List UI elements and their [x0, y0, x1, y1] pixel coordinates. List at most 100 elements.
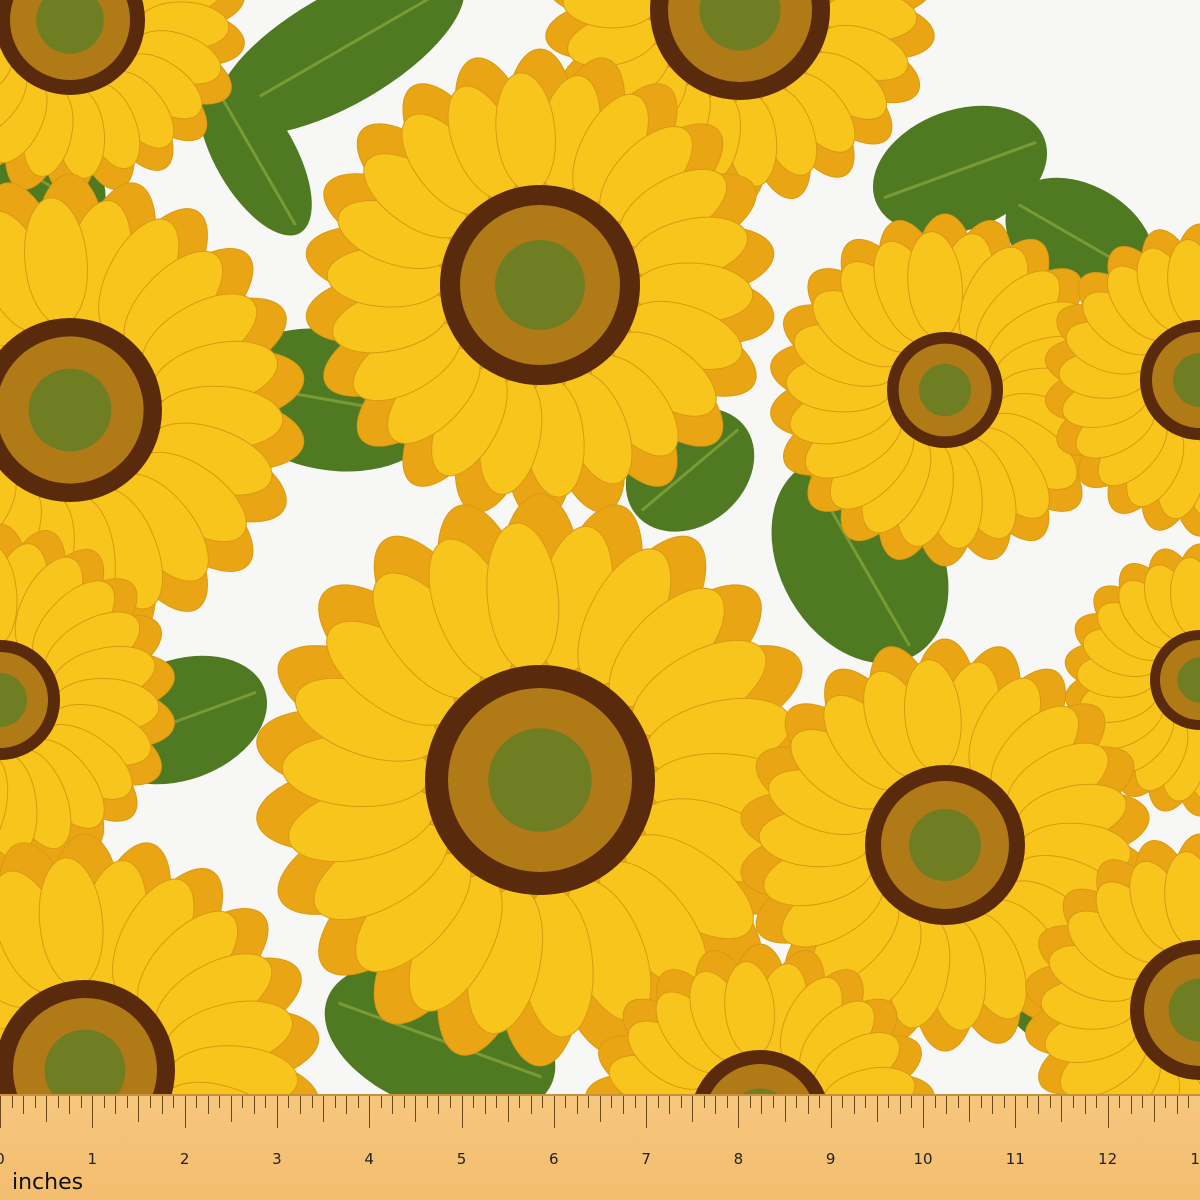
sunflower-fabric-pattern	[0, 0, 1200, 1190]
ruler-tick	[761, 1096, 763, 1114]
ruler-tick	[957, 1096, 959, 1108]
ruler-tick	[923, 1096, 924, 1128]
ruler-tick	[611, 1096, 613, 1108]
ruler-tick	[969, 1096, 971, 1122]
ruler-tick	[588, 1096, 590, 1108]
ruler-tick	[207, 1096, 209, 1114]
ruler-tick	[899, 1096, 901, 1114]
ruler-label: 3	[272, 1150, 282, 1168]
ruler-tick	[184, 1096, 186, 1128]
ruler-tick	[449, 1096, 451, 1108]
ruler-tick	[415, 1096, 417, 1122]
ruler-tick	[634, 1096, 636, 1108]
ruler-tick	[726, 1096, 728, 1108]
ruler-tick	[669, 1096, 671, 1114]
ruler-tick	[57, 1096, 59, 1108]
ruler-tick	[196, 1096, 198, 1108]
ruler-tick	[934, 1096, 936, 1108]
ruler-tick	[911, 1096, 913, 1108]
ruler-tick	[161, 1096, 163, 1114]
ruler-tick	[69, 1096, 71, 1114]
ruler-label: 11	[1005, 1150, 1025, 1168]
ruler-tick	[784, 1096, 786, 1122]
ruler-tick	[496, 1096, 498, 1108]
ruler-tick	[773, 1096, 774, 1108]
ruler-tick	[1176, 1096, 1178, 1114]
ruler-tick	[738, 1096, 740, 1128]
ruler-tick	[346, 1096, 348, 1114]
ruler-tick	[853, 1096, 855, 1114]
ruler-tick	[1049, 1096, 1051, 1108]
ruler-tick	[1096, 1096, 1098, 1108]
ruler-tick	[11, 1096, 13, 1108]
ruler-tick	[1142, 1096, 1144, 1108]
ruler-label: 1	[87, 1150, 98, 1168]
ruler-label: 0	[0, 1150, 5, 1168]
ruler-unit-label: inches	[12, 1170, 84, 1195]
ruler-label: 13	[1190, 1150, 1200, 1168]
ruler-tick	[288, 1096, 290, 1108]
ruler-tick	[357, 1096, 359, 1108]
ruler-tick	[1084, 1096, 1086, 1114]
ruler-tick	[1072, 1096, 1074, 1108]
ruler-tick	[46, 1096, 48, 1122]
ruler-tick	[819, 1096, 821, 1108]
ruler-tick	[657, 1096, 659, 1108]
ruler-tick	[484, 1096, 486, 1114]
ruler-tick	[138, 1096, 140, 1122]
ruler-tick	[888, 1096, 890, 1108]
ruler-tick	[1165, 1096, 1167, 1108]
ruler-tick	[299, 1096, 301, 1114]
ruler-tick	[0, 1096, 1, 1128]
ruler-tick	[830, 1096, 832, 1128]
ruler-tick	[426, 1096, 428, 1108]
ruler-tick	[796, 1096, 798, 1108]
ruler-tick	[692, 1096, 694, 1122]
ruler-tick	[173, 1096, 175, 1108]
ruler-tick	[1119, 1096, 1121, 1108]
ruler-tick	[865, 1096, 867, 1108]
ruler-tick	[876, 1096, 878, 1122]
ruler-tick	[403, 1096, 405, 1108]
ruler-tick	[276, 1096, 278, 1128]
ruler-label: 5	[456, 1150, 467, 1168]
ruler-tick	[623, 1096, 625, 1114]
ruler-tick	[392, 1096, 394, 1114]
ruler-tick	[980, 1096, 982, 1108]
ruler-tick	[646, 1096, 648, 1128]
ruler-label: 6	[549, 1150, 559, 1168]
ruler-tick	[1015, 1096, 1017, 1128]
ruler-tick	[369, 1096, 371, 1128]
ruler-label: 8	[733, 1150, 744, 1168]
ruler-tick	[265, 1096, 267, 1108]
ruler-tick	[530, 1096, 532, 1114]
ruler-label: 12	[1098, 1150, 1118, 1168]
ruler-tick	[1026, 1096, 1028, 1108]
ruler-tick	[242, 1096, 244, 1108]
ruler-tick	[842, 1096, 844, 1108]
ruler-tick	[473, 1096, 475, 1108]
ruler-tick	[1038, 1096, 1040, 1114]
ruler-tick	[92, 1096, 94, 1128]
ruler-tick	[438, 1096, 440, 1114]
ruler-tick	[519, 1096, 521, 1108]
ruler-tick	[23, 1096, 25, 1114]
ruler-tick	[992, 1096, 994, 1114]
ruler-tick	[230, 1096, 232, 1122]
ruler-tick	[599, 1096, 601, 1122]
ruler-tick	[946, 1096, 948, 1114]
ruler-tick	[461, 1096, 463, 1128]
ruler-tick	[576, 1096, 578, 1114]
ruler-label: 2	[179, 1150, 190, 1168]
ruler-tick	[115, 1096, 117, 1114]
ruler-tick	[1130, 1096, 1132, 1114]
ruler-tick	[80, 1096, 82, 1108]
ruler-label: 10	[913, 1150, 933, 1168]
sunflower	[0, 0, 245, 197]
ruler-tick	[1188, 1096, 1190, 1108]
ruler-tick	[749, 1096, 751, 1108]
ruler-tick	[715, 1096, 717, 1114]
ruler-tick	[103, 1096, 105, 1108]
ruler-tick	[1003, 1096, 1005, 1108]
ruler-tick	[680, 1096, 682, 1108]
